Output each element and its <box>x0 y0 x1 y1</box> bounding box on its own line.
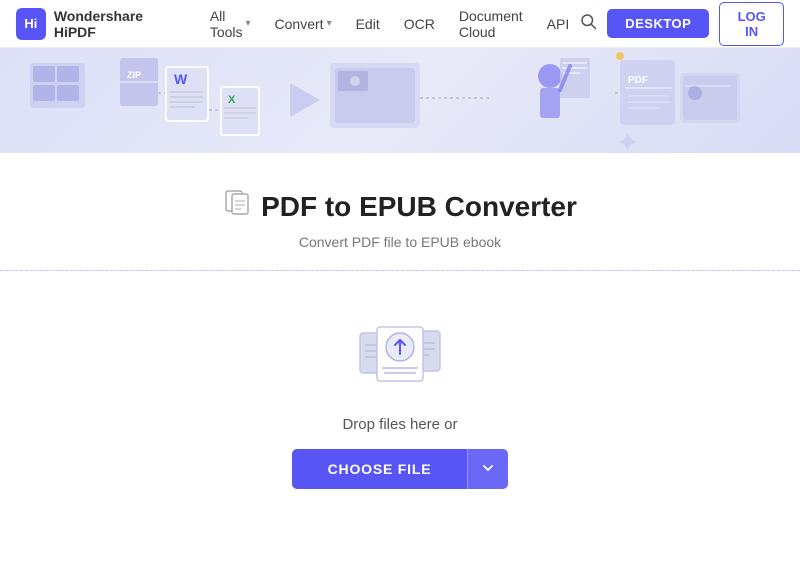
nav-all-tools[interactable]: All Tools ▾ <box>200 2 261 46</box>
upload-illustration <box>355 311 445 396</box>
logo[interactable]: Hi Wondershare HiPDF <box>16 8 180 40</box>
logo-text: Wondershare HiPDF <box>54 8 180 40</box>
converter-icon <box>223 189 251 224</box>
drop-text: Drop files here or <box>342 416 457 433</box>
page-content: PDF to EPUB Converter Convert PDF file t… <box>0 153 800 489</box>
desktop-button[interactable]: DESKTOP <box>607 9 709 38</box>
chevron-down-icon <box>482 462 494 474</box>
logo-icon: Hi <box>16 8 46 40</box>
nav-ocr[interactable]: OCR <box>394 10 445 38</box>
nav-edit[interactable]: Edit <box>346 10 390 38</box>
svg-text:ZIP: ZIP <box>127 70 141 80</box>
chevron-down-icon: ▾ <box>327 18 332 29</box>
banner-bg: ZIP W X <box>0 48 800 153</box>
nav-document-cloud[interactable]: Document Cloud <box>449 2 533 46</box>
nav-api[interactable]: API <box>537 10 580 38</box>
svg-text:✦: ✦ <box>615 127 640 153</box>
svg-text:X: X <box>228 94 236 106</box>
hero-banner: ZIP W X <box>0 48 800 153</box>
navbar: Hi Wondershare HiPDF All Tools ▾ Convert… <box>0 0 800 48</box>
drop-zone[interactable]: Drop files here or CHOOSE FILE <box>0 271 800 489</box>
nav-links: All Tools ▾ Convert ▾ Edit OCR Document … <box>200 2 579 46</box>
title-wrapper: PDF to EPUB Converter <box>223 189 577 224</box>
choose-file-dropdown-button[interactable] <box>467 449 508 489</box>
page-title: PDF to EPUB Converter <box>261 191 577 223</box>
chevron-down-icon: ▾ <box>246 18 251 29</box>
choose-file-row: CHOOSE FILE <box>292 449 509 489</box>
svg-text:W: W <box>174 71 188 87</box>
page-subtitle: Convert PDF file to EPUB ebook <box>299 234 501 250</box>
choose-file-button[interactable]: CHOOSE FILE <box>292 449 468 489</box>
banner-illustration: ZIP W X <box>0 48 800 153</box>
login-button[interactable]: LOG IN <box>719 2 784 46</box>
nav-convert[interactable]: Convert ▾ <box>265 10 342 38</box>
nav-actions: DESKTOP LOG IN <box>579 2 784 46</box>
search-button[interactable] <box>579 12 597 35</box>
svg-text:PDF: PDF <box>628 75 648 86</box>
